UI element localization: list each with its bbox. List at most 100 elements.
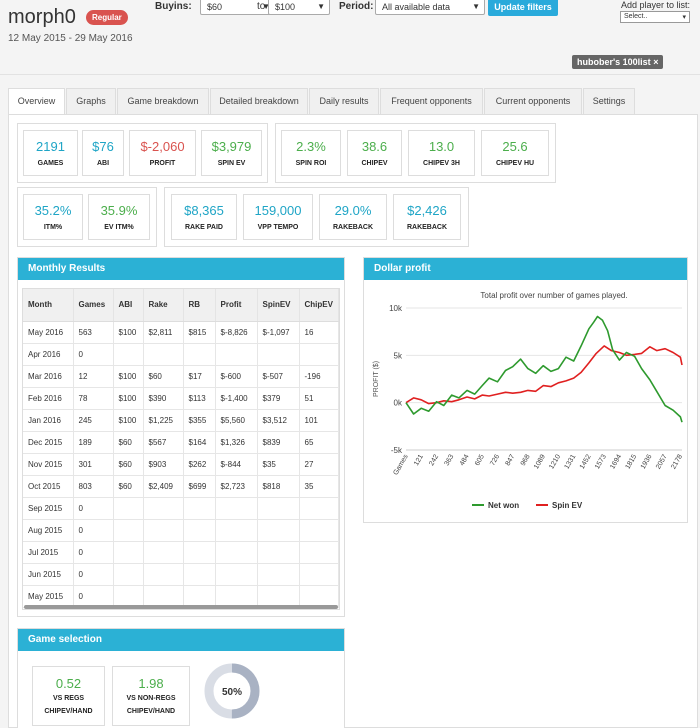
update-filters-button[interactable]: Update filters xyxy=(488,0,558,16)
table-cell xyxy=(183,585,216,608)
table-cell xyxy=(143,585,184,608)
stat-spin-ev: $3,979 SPIN EV xyxy=(201,130,262,176)
period-select[interactable]: All available data ▼ xyxy=(375,0,485,15)
tab-graphs[interactable]: Graphs xyxy=(66,88,116,114)
x-tick-label: Games xyxy=(392,453,410,476)
table-cell: Jul 2015 xyxy=(23,541,74,564)
table-cell: $-600 xyxy=(215,365,258,388)
table-cell: $100 xyxy=(113,321,144,344)
table-cell: $567 xyxy=(143,431,184,454)
tab-frequent-opponents[interactable]: Frequent opponents xyxy=(380,88,483,114)
table-cell: May 2016 xyxy=(23,321,74,344)
monthly-results-title: Monthly Results xyxy=(18,258,344,280)
legend-label: Spin EV xyxy=(552,501,583,510)
table-cell xyxy=(215,497,258,520)
column-header[interactable]: Month xyxy=(23,289,74,322)
x-tick-label: 2057 xyxy=(655,453,669,470)
table-cell xyxy=(143,563,184,586)
buyin-to-value: $100 xyxy=(275,2,296,12)
column-header[interactable]: ABI xyxy=(113,289,144,322)
table-body: May 2016 563 $100 $2,811 $815 $-8,826 $-1,097 1… xyxy=(23,321,339,608)
stat-chipev: 38.6 CHIPEV xyxy=(347,130,402,176)
stat-value: 35.9% xyxy=(100,203,138,218)
y-tick-label: 10k xyxy=(389,304,403,313)
column-header[interactable]: Rake xyxy=(143,289,184,322)
stat-rakeback-pct: 29.0% RAKEBACK xyxy=(319,194,387,240)
table-cell: $100 xyxy=(113,387,144,410)
table-cell: 0 xyxy=(73,343,114,366)
table-cell: $35 xyxy=(257,453,300,476)
stat-value: 13.0 xyxy=(428,139,455,154)
table-cell: Oct 2015 xyxy=(23,475,74,498)
table-cell: 0 xyxy=(73,497,114,520)
table-cell: 803 xyxy=(73,475,114,498)
table-cell xyxy=(183,497,216,520)
stat-spin-roi: 2.3% SPIN ROI xyxy=(281,130,341,176)
profit-chart: Total profit over number of games played… xyxy=(373,291,684,510)
table-cell: 0 xyxy=(73,563,114,586)
table-cell: $2,811 xyxy=(143,321,184,344)
table-cell: 12 xyxy=(73,365,114,388)
stat-value: 38.6 xyxy=(361,139,388,154)
table-cell xyxy=(257,585,300,608)
table-cell: Sep 2015 xyxy=(23,497,74,520)
table-row: Sep 2015 0 xyxy=(23,497,339,520)
player-badge: Regular xyxy=(86,10,128,25)
column-header[interactable]: Profit xyxy=(215,289,258,322)
column-header[interactable]: ChipEV xyxy=(299,289,339,322)
table-cell: Nov 2015 xyxy=(23,453,74,476)
column-header[interactable]: Games xyxy=(73,289,114,322)
y-axis-label: PROFIT ($) xyxy=(373,361,380,397)
table-cell xyxy=(113,519,144,542)
stat-label: SPIN EV xyxy=(217,160,246,167)
stat-value: $76 xyxy=(92,139,114,154)
table-cell: $2,409 xyxy=(143,475,184,498)
table-row: Dec 2015 189 $60 $567 $164 $1,326 $839 65 xyxy=(23,431,339,454)
tab-detailed-breakdown[interactable]: Detailed breakdown xyxy=(210,88,308,114)
table-cell: $-844 xyxy=(215,453,258,476)
stat-ev-itm: 35.9% EV ITM% xyxy=(88,194,150,240)
monthly-results-panel: Monthly Results Month Games ABI Rake RB Profi… xyxy=(17,257,345,617)
tab-settings[interactable]: Settings xyxy=(583,88,635,114)
stat-label: PROFIT xyxy=(149,160,176,167)
close-icon[interactable]: × xyxy=(653,57,658,67)
x-tick-label: 121 xyxy=(413,453,425,467)
stat-abi: $76 ABI xyxy=(82,130,124,176)
chevron-down-icon: ▼ xyxy=(317,2,325,11)
stat-label: GAMES xyxy=(37,160,64,167)
tab-current-opponents[interactable]: Current opponents xyxy=(484,88,582,114)
add-to-list-select[interactable]: Select.. ▾ xyxy=(620,11,690,23)
stat-vs-regs: 0.52 VS REGS CHIPEV/HAND xyxy=(32,666,105,726)
table-cell xyxy=(257,497,300,520)
x-tick-label: 1452 xyxy=(579,453,593,470)
buyin-to-select[interactable]: $100 ▼ xyxy=(268,0,330,15)
table-cell: 563 xyxy=(73,321,114,344)
date-range: 12 May 2015 - 29 May 2016 xyxy=(8,33,133,44)
column-header[interactable]: SpinEV xyxy=(257,289,300,322)
stat-label: CHIPEV xyxy=(361,160,388,167)
table-cell: May 2015 xyxy=(23,585,74,608)
column-header[interactable]: RB xyxy=(183,289,216,322)
table-cell: $1,326 xyxy=(215,431,258,454)
table-cell xyxy=(299,343,339,366)
list-tag[interactable]: hubober's 100list × xyxy=(572,55,664,69)
table-row: Oct 2015 803 $60 $2,409 $699 $2,723 $818 35 xyxy=(23,475,339,498)
table-cell: -196 xyxy=(299,365,339,388)
x-tick-label: 847 xyxy=(505,453,517,467)
x-tick-label: 242 xyxy=(428,453,440,467)
tab-daily-results[interactable]: Daily results xyxy=(309,88,379,114)
x-tick-label: 1089 xyxy=(533,453,547,470)
stat-label: VS REGS xyxy=(52,695,85,702)
stat-value: 2.3% xyxy=(296,139,326,154)
table-cell xyxy=(257,541,300,564)
table-cell xyxy=(113,585,144,608)
table-cell xyxy=(215,585,258,608)
to-label: to xyxy=(257,1,266,12)
table-cell xyxy=(143,497,184,520)
table-cell xyxy=(183,563,216,586)
tab-overview[interactable]: Overview xyxy=(8,88,65,116)
horizontal-scrollbar[interactable] xyxy=(24,605,338,609)
table-cell xyxy=(143,343,184,366)
stat-value: 0.52 xyxy=(55,676,82,691)
tab-game-breakdown[interactable]: Game breakdown xyxy=(117,88,209,114)
